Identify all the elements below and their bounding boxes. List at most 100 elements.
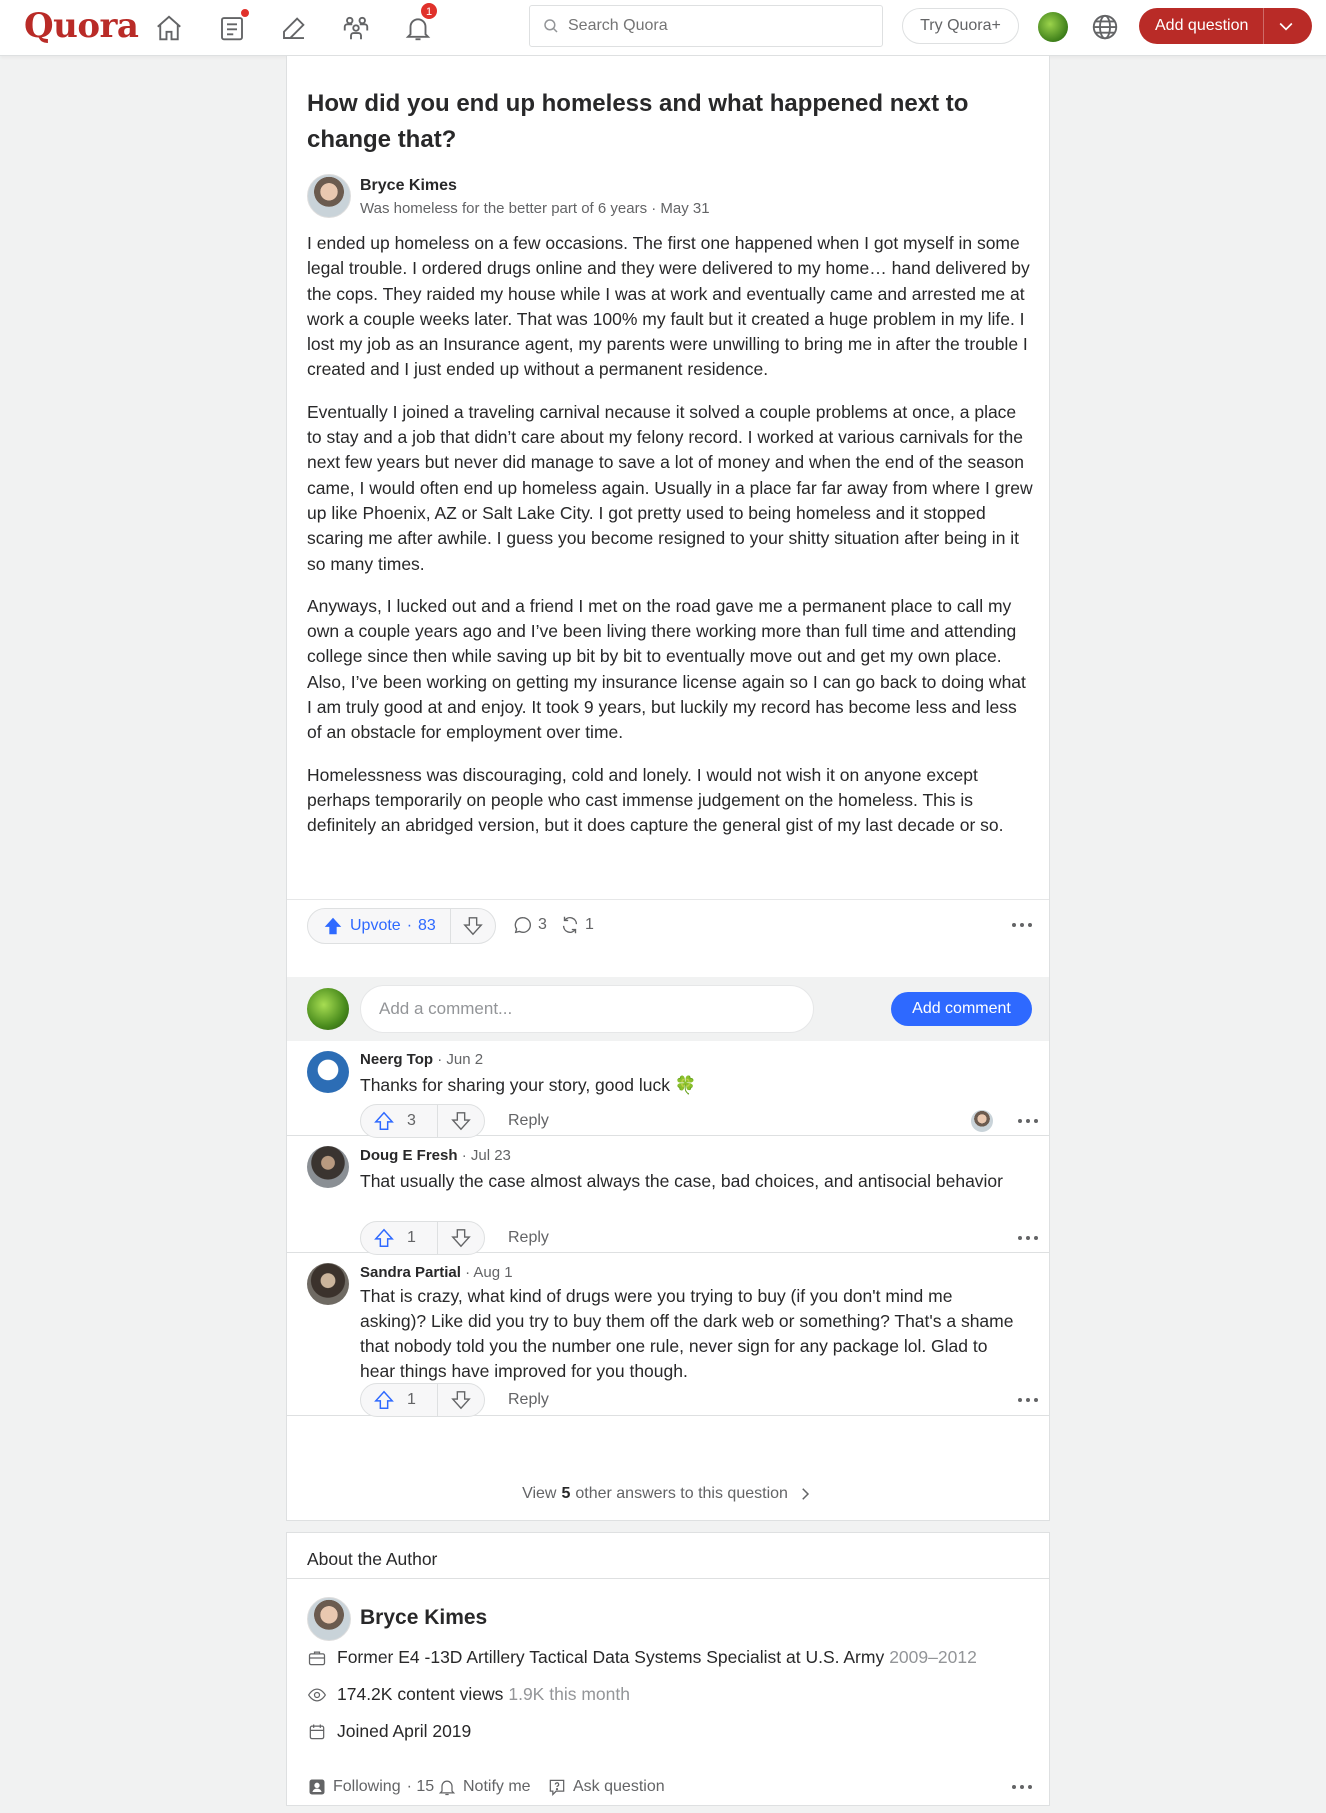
reply-button[interactable]: Reply: [508, 1112, 549, 1130]
notification-count-badge: 1: [420, 2, 438, 20]
comment-date: · Jul 23: [461, 1147, 511, 1164]
more-options-icon[interactable]: [1013, 1111, 1043, 1131]
answer-write-icon[interactable]: [276, 10, 312, 46]
comment-item: Neerg Top · Jun 2 Thanks for sharing you…: [287, 1041, 1049, 1138]
author-reply-avatar[interactable]: [971, 1110, 993, 1132]
vote-control: Upvote · 83: [307, 908, 496, 944]
try-quora-plus-button[interactable]: Try Quora+: [902, 8, 1019, 44]
comment-header: Sandra Partial · Aug 1: [360, 1264, 513, 1281]
author-credential: Was homeless for the better part of 6 ye…: [360, 200, 710, 217]
more-options-icon[interactable]: [1007, 915, 1037, 935]
answer-actions: Upvote · 83 3 1: [287, 899, 1049, 949]
commenter-name[interactable]: Doug E Fresh: [360, 1147, 458, 1164]
following-button[interactable]: Following · 15: [307, 1777, 434, 1797]
comment-input[interactable]: Add a comment...: [360, 985, 814, 1033]
notifications-bell-icon[interactable]: 1: [400, 2, 438, 46]
author-avatar[interactable]: [307, 174, 351, 218]
downvote-arrow-icon: [451, 1229, 471, 1248]
commenter-avatar[interactable]: [307, 1263, 349, 1305]
answer-card: How did you end up homeless and what hap…: [286, 56, 1050, 1521]
comment-upvote-button[interactable]: 3: [361, 1105, 439, 1137]
view-more-prefix: View: [522, 1485, 557, 1502]
ask-question-button[interactable]: Ask question: [547, 1777, 665, 1797]
upvote-label: Upvote: [350, 917, 401, 934]
notify-me-button[interactable]: Notify me: [437, 1777, 531, 1797]
commenter-name[interactable]: Neerg Top: [360, 1051, 433, 1068]
spaces-icon[interactable]: [338, 10, 374, 46]
comment-text: That usually the case almost always the …: [360, 1171, 1003, 1191]
quora-logo[interactable]: Quora: [24, 6, 139, 46]
views-this-month: 1.9K this month: [508, 1684, 630, 1704]
briefcase-icon: [308, 1651, 326, 1665]
comments-button[interactable]: 3: [512, 914, 547, 936]
comment-vote-control: 1: [360, 1383, 485, 1417]
comment-upvote-count: 3: [407, 1112, 416, 1129]
comment-downvote-button[interactable]: [438, 1222, 484, 1254]
more-options-icon[interactable]: [1013, 1390, 1043, 1410]
add-comment-button[interactable]: Add comment: [891, 992, 1032, 1026]
reply-button[interactable]: Reply: [508, 1229, 549, 1247]
reshare-icon: [562, 916, 578, 934]
downvote-arrow-icon: [463, 917, 483, 936]
comment-input-placeholder: Add a comment...: [379, 999, 513, 1018]
view-other-answers-link[interactable]: View 5 other answers to this question: [287, 1468, 1049, 1520]
chevron-right-icon: [802, 1488, 809, 1500]
share-count: 1: [585, 916, 594, 933]
downvote-button[interactable]: [451, 909, 495, 943]
add-question-button[interactable]: Add question: [1139, 8, 1312, 44]
answer-paragraph: Homelessness was discouraging, cold and …: [307, 764, 1004, 836]
downvote-arrow-icon: [451, 1391, 471, 1410]
following-user-icon: [309, 1779, 325, 1795]
upvote-arrow-icon: [374, 1390, 394, 1409]
upvote-arrow-icon: [374, 1111, 394, 1130]
comment-upvote-count: 1: [407, 1229, 416, 1246]
comment-text: That is crazy, what kind of drugs were y…: [360, 1286, 1014, 1381]
question-title[interactable]: How did you end up homeless and what hap…: [307, 86, 987, 158]
top-navigation-bar: Quora 1 Try Quora+ Add question: [0, 0, 1326, 56]
chevron-down-icon[interactable]: [1276, 16, 1296, 36]
home-icon[interactable]: [151, 10, 187, 46]
about-author-name[interactable]: Bryce Kimes: [360, 1606, 487, 1630]
answer-paragraph: Anyways, I lucked out and a friend I met…: [307, 595, 1026, 743]
more-options-icon[interactable]: [1007, 1777, 1037, 1797]
search-input[interactable]: [568, 17, 868, 35]
share-button[interactable]: 1: [559, 914, 594, 936]
comment-header: Doug E Fresh · Jul 23: [360, 1147, 511, 1164]
content-views-text: 174.2K content views: [337, 1684, 504, 1704]
add-comment-area: Add a comment... Add comment: [287, 977, 1049, 1041]
user-avatar: [307, 988, 349, 1030]
author-avatar[interactable]: [307, 1597, 351, 1641]
comment-date: · Jun 2: [437, 1051, 484, 1068]
eye-icon: [307, 1688, 327, 1701]
about-heading: About the Author: [307, 1549, 438, 1569]
commenter-name[interactable]: Sandra Partial: [360, 1264, 461, 1281]
following-feed-icon[interactable]: [214, 8, 250, 46]
employment-text: Former E4 -13D Artillery Tactical Data S…: [337, 1647, 885, 1667]
comment-upvote-button[interactable]: 1: [361, 1222, 439, 1254]
answer-paragraph: I ended up homeless on a few occasions. …: [307, 233, 1030, 380]
comment-downvote-button[interactable]: [438, 1384, 484, 1416]
downvote-arrow-icon: [451, 1112, 471, 1131]
language-globe-icon[interactable]: [1090, 12, 1120, 42]
comment-bubble-icon: [514, 916, 531, 934]
about-divider: [287, 1578, 1049, 1579]
reply-button[interactable]: Reply: [508, 1391, 549, 1409]
add-question-label: Add question: [1155, 17, 1249, 34]
commenter-avatar[interactable]: [307, 1146, 349, 1188]
question-bubble-icon: [549, 1779, 565, 1797]
add-question-divider: [1263, 8, 1264, 44]
upvote-count: 83: [418, 917, 436, 934]
more-options-icon[interactable]: [1013, 1228, 1043, 1248]
search-bar[interactable]: [529, 5, 883, 47]
comment-upvote-button[interactable]: 1: [361, 1384, 439, 1416]
following-label: Following: [333, 1778, 401, 1795]
upvote-button[interactable]: Upvote · 83: [308, 909, 451, 943]
comment-downvote-button[interactable]: [438, 1105, 484, 1137]
view-more-suffix: other answers to this question: [575, 1485, 788, 1502]
commenter-avatar[interactable]: [307, 1051, 349, 1093]
ask-label: Ask question: [573, 1778, 665, 1795]
user-avatar[interactable]: [1038, 12, 1068, 42]
author-name[interactable]: Bryce Kimes: [360, 177, 457, 195]
about-author-card: About the Author Bryce Kimes Former E4 -…: [286, 1532, 1050, 1806]
notify-label: Notify me: [463, 1778, 531, 1795]
